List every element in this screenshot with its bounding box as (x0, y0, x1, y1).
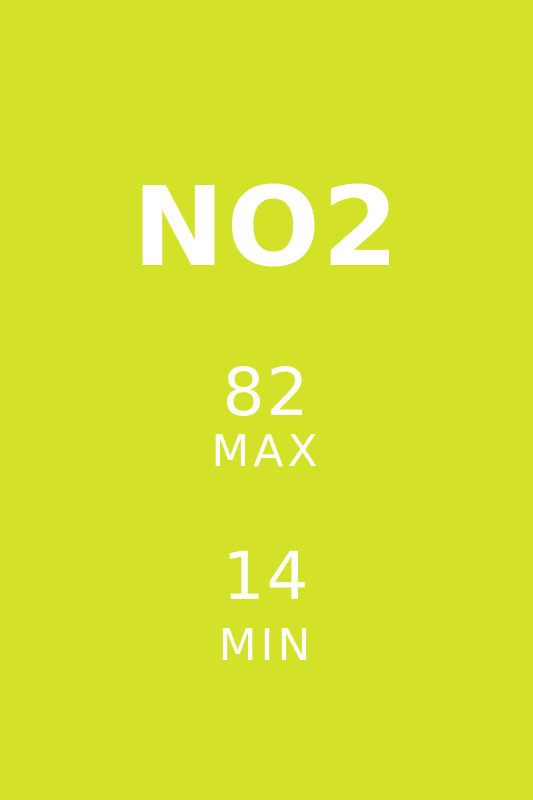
min-label: MIN (218, 620, 315, 671)
pollutant-title: NO2 (132, 163, 401, 291)
max-label: MAX (211, 426, 322, 477)
max-value: 82 (222, 354, 311, 431)
air-quality-card: NO2 82 MAX 14 MIN (0, 0, 533, 800)
min-value: 14 (222, 538, 311, 615)
